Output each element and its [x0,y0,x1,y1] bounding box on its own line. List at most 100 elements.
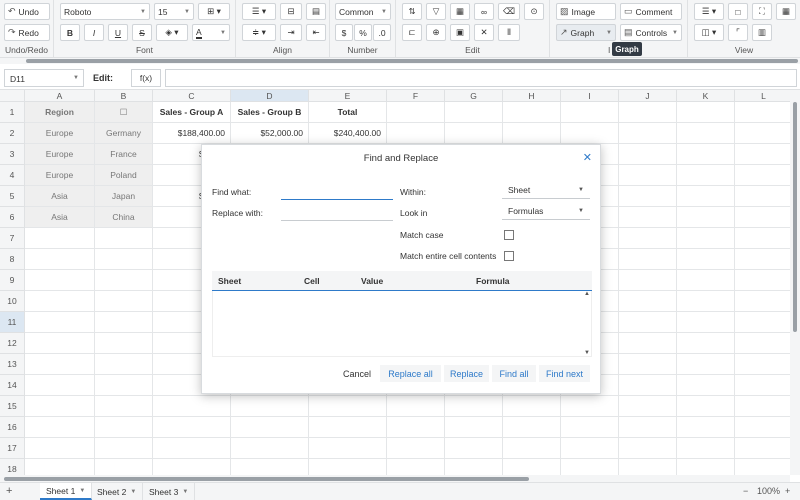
grid-cell[interactable] [95,459,153,475]
grid-cell[interactable] [735,396,790,417]
grid-cell[interactable] [445,123,503,144]
column-header[interactable]: L [735,90,790,102]
grid-cell[interactable] [735,438,790,459]
grid-cell[interactable] [677,228,735,249]
grid-cell[interactable] [677,207,735,228]
column-header[interactable]: D [231,90,309,102]
grid-cell[interactable] [619,375,677,396]
grid-cell[interactable] [309,417,387,438]
grid-cell[interactable] [387,123,445,144]
grid-cell[interactable] [153,417,231,438]
row-header[interactable]: 5 [0,186,25,207]
grid-cell[interactable] [95,396,153,417]
grid-cell[interactable] [619,270,677,291]
delete-button[interactable]: ✕ [474,24,494,41]
grid-cell[interactable] [619,165,677,186]
grid-cell[interactable] [677,249,735,270]
function-button[interactable]: f(x) [131,69,161,87]
grid-cell[interactable] [619,438,677,459]
gridlines-button[interactable]: ☰ ▾ [694,3,724,20]
grid-cell[interactable] [735,123,790,144]
grid-cell[interactable]: ☐ [95,102,153,123]
grid-cell[interactable] [677,270,735,291]
sort-button[interactable]: ⇅ [402,3,422,20]
grid-cell[interactable] [445,438,503,459]
sheet-tab-3[interactable]: Sheet 3 ▼ [143,483,196,500]
number-format-select[interactable]: Common ▼ [335,3,391,20]
grid-cell[interactable] [503,123,561,144]
fullscreen-button[interactable]: ⛶ [752,3,772,20]
lock-button[interactable]: ▣ [450,24,470,41]
grid-cell[interactable] [95,312,153,333]
replace-button[interactable]: Replace [444,365,489,382]
grid-cell[interactable] [25,375,95,396]
split-button[interactable]: ◫ ▾ [694,24,724,41]
grid-cell[interactable] [735,459,790,475]
grid-cell[interactable] [95,354,153,375]
match-entire-checkbox[interactable] [504,251,514,261]
grid-cell[interactable] [677,165,735,186]
grid-cell[interactable] [95,333,153,354]
grid-cell[interactable] [677,291,735,312]
grid-cell[interactable] [25,228,95,249]
font-size-select[interactable]: 15 ▼ [154,3,194,20]
find-all-button[interactable]: Find all [492,365,536,382]
corner-cell[interactable] [0,90,25,102]
grid-cell[interactable] [677,312,735,333]
close-icon[interactable]: ✕ [583,151,592,164]
image-button[interactable]: ▨ Image [556,3,616,20]
grid-cell[interactable] [503,102,561,123]
grid-cell[interactable] [25,396,95,417]
grid-cell[interactable] [25,333,95,354]
column-header[interactable]: A [25,90,95,102]
grid-cell[interactable] [619,396,677,417]
row-header[interactable]: 3 [0,144,25,165]
decimal-button[interactable]: .0 [373,24,391,41]
grid-cell[interactable] [309,459,387,475]
italic-button[interactable]: I [84,24,104,41]
grid-cell[interactable] [503,396,561,417]
replace-with-input[interactable] [281,207,393,221]
grid-cell[interactable] [735,228,790,249]
within-select[interactable]: Sheet ▼ [502,185,590,199]
grid-cell[interactable] [387,438,445,459]
grid-cell[interactable] [677,333,735,354]
grid-cell[interactable] [561,102,619,123]
redo-button[interactable]: ↷ Redo [4,24,50,41]
font-family-select[interactable]: Roboto ▼ [60,3,150,20]
grid-cell[interactable] [735,165,790,186]
column-header[interactable]: E [309,90,387,102]
grid-cell[interactable] [25,249,95,270]
grid-cell[interactable] [677,438,735,459]
grid-cell[interactable]: Europe [25,165,95,186]
filter-button[interactable]: ▽ [426,3,446,20]
grid-cell[interactable] [503,438,561,459]
borders-button[interactable]: ⊞ ▾ [198,3,230,20]
grid-cell[interactable] [25,459,95,475]
cancel-button[interactable]: Cancel [338,365,376,382]
column-header[interactable]: F [387,90,445,102]
grid-cell[interactable] [387,102,445,123]
column-header[interactable]: J [619,90,677,102]
grid-cell[interactable] [619,144,677,165]
horizontal-scrollbar[interactable] [0,475,790,482]
grid-cell[interactable] [561,438,619,459]
grid-cell[interactable] [735,207,790,228]
grid-cell[interactable] [677,144,735,165]
grid-cell[interactable] [25,291,95,312]
grid-cell[interactable] [735,186,790,207]
grid-cell[interactable] [677,375,735,396]
grid-cell[interactable]: Germany [95,123,153,144]
graph-button[interactable]: ↗ Graph ▼ [556,24,616,41]
grid-cell[interactable] [95,291,153,312]
column-header[interactable]: B [95,90,153,102]
look-in-select[interactable]: Formulas ▼ [502,206,590,220]
grid-cell[interactable]: France [95,144,153,165]
grid-cell[interactable] [619,249,677,270]
grid-cell[interactable] [677,102,735,123]
row-header[interactable]: 17 [0,438,25,459]
grid-cell[interactable]: Sales - Group B [231,102,309,123]
grid-cell[interactable]: Europe [25,123,95,144]
grid-cell[interactable] [619,417,677,438]
grid-cell[interactable] [95,228,153,249]
